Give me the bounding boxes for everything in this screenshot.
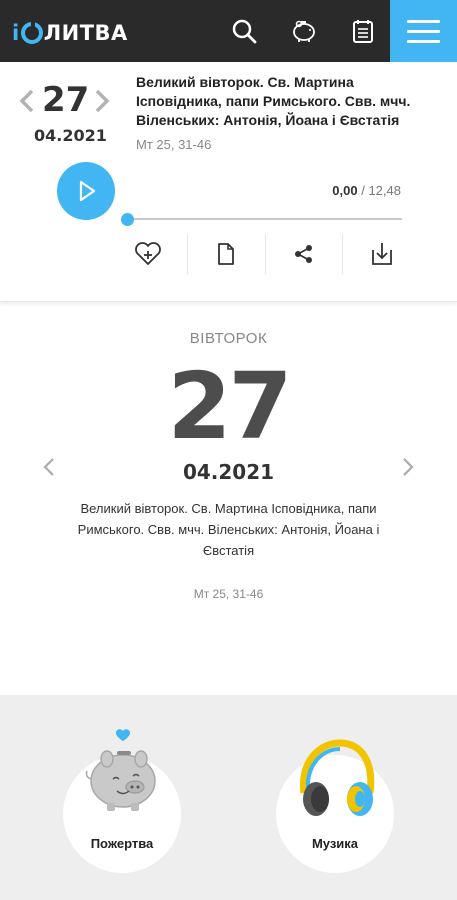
download-icon [371,243,392,265]
play-icon [79,180,96,202]
progress-handle[interactable] [121,213,134,226]
big-month-year: 04.2021 [182,460,275,484]
day-title: Великий вівторок. Св. Мартина Ісповідник… [77,501,380,558]
search-icon[interactable] [230,17,258,45]
player-actions [110,234,420,274]
day-view: ВІВТОРОК 27 04.2021 Великий вівторок. Св… [0,310,457,695]
donation-button[interactable]: Пожертва [63,729,181,873]
text-button[interactable] [186,234,265,274]
audio-player-card: 27 04.2021 Великий вівторок. Св. Мартина… [0,62,457,302]
headphones-icon [300,739,375,816]
calendar-icon[interactable] [349,17,377,45]
share-button[interactable] [264,234,343,274]
playback-time: 0,00 / 12,48 [332,183,401,198]
app-header: i ЛИТВА [0,0,457,62]
player-month-year: 04.2021 [34,126,107,145]
menu-icon-bar [407,30,440,33]
play-button[interactable] [57,162,115,220]
weekday-label: ВІВТОРОК [189,330,268,347]
heart-plus-icon [135,242,162,265]
logo-ring-icon [20,20,43,44]
progress-track[interactable] [127,218,402,220]
music-label: Музика [311,836,359,851]
menu-icon-bar [407,20,440,23]
share-icon [294,245,312,263]
document-icon [218,243,235,265]
current-time: 0,00 [332,183,358,198]
favorite-button[interactable] [110,234,187,274]
logo-suffix: ЛИТВА [43,21,128,45]
day-reference[interactable]: Мт 25, 31-46 [0,587,457,601]
logo-prefix: i [12,21,20,45]
menu-icon-bar [407,40,440,43]
player-title: Великий вівторок. Св. Мартина Ісповідник… [136,74,411,128]
chevron-right-icon[interactable] [399,455,417,479]
big-day-number: 27 [167,353,292,460]
date-navigator: 27 [16,80,116,120]
donation-label: Пожертва [90,836,154,851]
time-separator: / [357,183,369,198]
chevron-left-icon[interactable] [16,88,38,114]
player-reference: Мт 25, 31-46 [136,137,212,152]
chevron-right-icon[interactable] [91,88,113,114]
music-button[interactable]: Музика [276,739,394,873]
piggy-bank-illustration-icon [85,729,156,811]
menu-button[interactable] [390,0,457,62]
bottom-shortcuts: Пожертва Музика [0,695,457,900]
total-time: 12,48 [368,183,401,198]
piggy-bank-icon[interactable] [289,17,317,45]
download-button[interactable] [342,234,420,274]
player-day-number: 27 [42,80,90,120]
app-logo[interactable]: i ЛИТВА [12,20,128,45]
